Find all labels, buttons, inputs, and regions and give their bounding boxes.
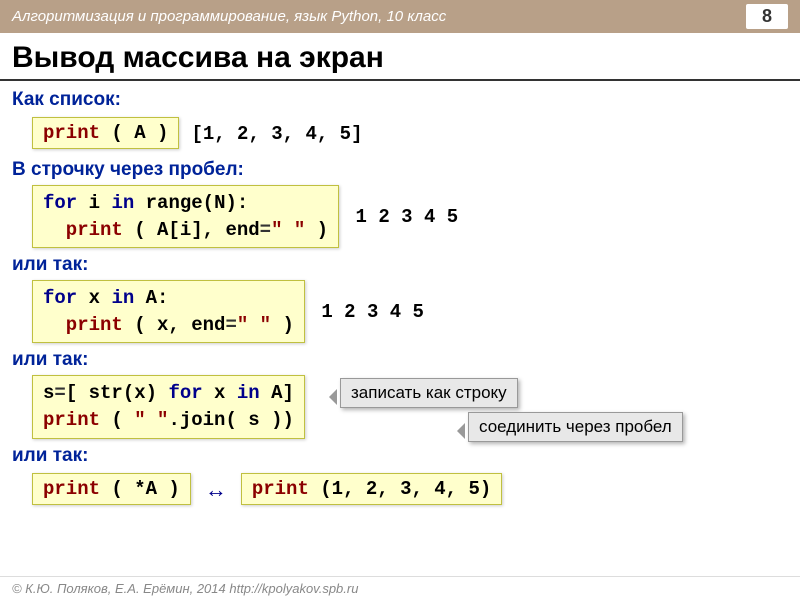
code-box-1: print ( A ) — [32, 117, 179, 149]
section-label-5: или так: — [12, 445, 788, 467]
page-number: 8 — [746, 4, 788, 29]
content-area: Как список: print ( A ) [1, 2, 3, 4, 5] … — [0, 89, 800, 509]
breadcrumb: Алгоритмизация и программирование, язык … — [12, 8, 446, 25]
callout-join: соединить через пробел — [468, 412, 683, 442]
slide-header: Алгоритмизация и программирование, язык … — [0, 0, 800, 33]
output-1: [1, 2, 3, 4, 5] — [191, 123, 362, 145]
section-label-3: или так: — [12, 254, 788, 276]
code-box-4: s=[ str(x) for x in A]print ( " ".join( … — [32, 375, 305, 438]
page-title: Вывод массива на экран — [0, 33, 800, 81]
footer: © К.Ю. Поляков, Е.А. Ерёмин, 2014 http:/… — [0, 576, 800, 600]
callout-string: записать как строку — [340, 378, 518, 408]
code-box-2: for i in range(N): print ( A[i], end=" "… — [32, 185, 339, 248]
section-label-2: В строчку через пробел: — [12, 159, 788, 181]
output-3: 1 2 3 4 5 — [321, 301, 424, 323]
code-box-6: print (1, 2, 3, 4, 5) — [241, 473, 502, 505]
code-box-3: for x in A: print ( x, end=" " ) — [32, 280, 305, 343]
code-box-5: print ( *A ) — [32, 473, 191, 505]
section-label-1: Как список: — [12, 89, 788, 111]
output-2: 1 2 3 4 5 — [356, 206, 459, 228]
arrow-icon: ↔ — [205, 477, 227, 503]
section-label-4: или так: — [12, 349, 788, 371]
